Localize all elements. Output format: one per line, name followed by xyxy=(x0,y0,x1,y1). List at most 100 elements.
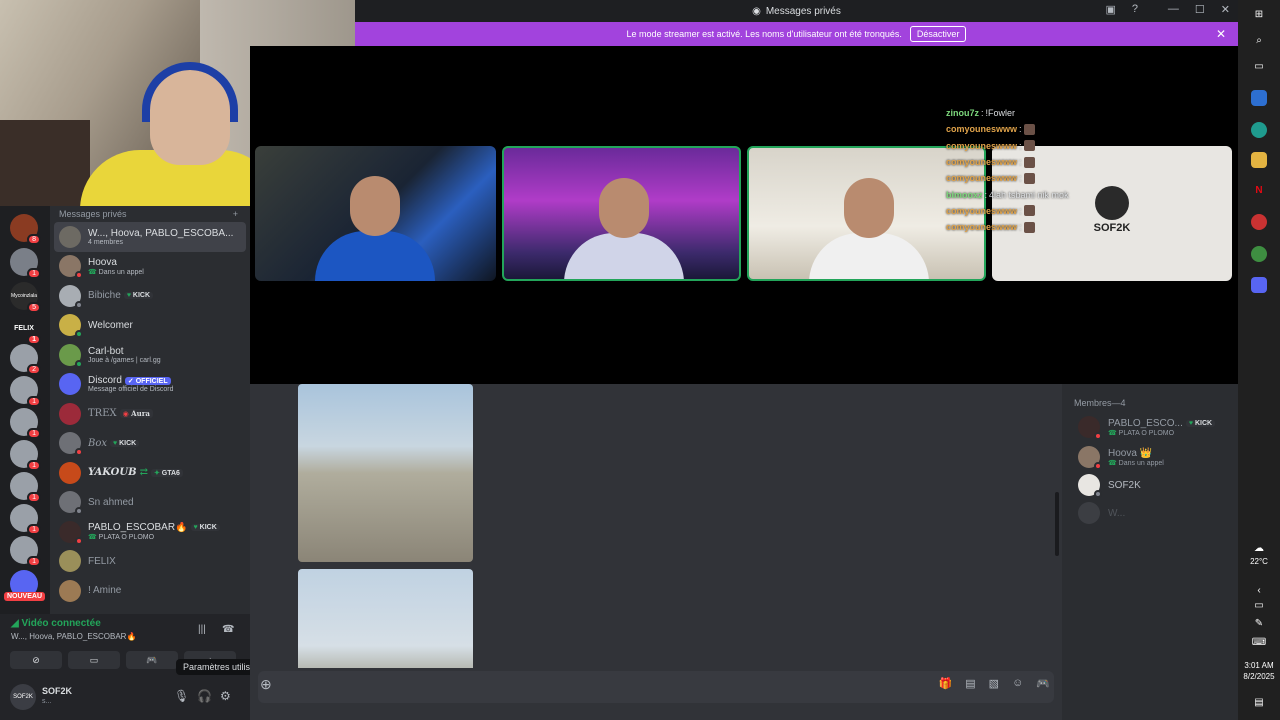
notification-icon[interactable]: ▤ xyxy=(1251,694,1267,710)
weather-temp: 22°C xyxy=(1250,557,1268,566)
app-icon[interactable] xyxy=(1251,214,1267,230)
pen-icon[interactable]: ✎ xyxy=(1251,615,1267,631)
search-icon[interactable]: ⌕ xyxy=(1251,32,1267,48)
member-sub: ☎ Dans un appel xyxy=(1108,459,1164,467)
member-item[interactable]: PABLO_ESCO... ♥ KICK ☎ PLATA O PLOMO xyxy=(1078,416,1216,440)
clock-time[interactable]: 3:01 AM xyxy=(1238,661,1280,670)
folder-icon[interactable] xyxy=(1251,152,1267,168)
chrome-icon[interactable] xyxy=(1251,246,1267,262)
phone-icon: ☎ xyxy=(88,268,99,276)
activity-button[interactable]: 🎮 xyxy=(126,651,178,669)
server-icon[interactable]: Mycoinzlala 5 xyxy=(10,282,41,313)
tray-icons[interactable]: ▭ xyxy=(1251,597,1267,613)
unread-badge: 1 xyxy=(27,268,41,279)
plus-icon[interactable]: + xyxy=(233,209,238,219)
dm-item[interactable]: W..., Hoova, PABLO_ESCOBA... 4 membres xyxy=(54,222,246,252)
task-view-icon[interactable]: ▭ xyxy=(1251,58,1267,74)
dm-item[interactable]: ! Amine xyxy=(50,576,250,606)
chat-line: bimooxz : 4lah tsbami nik mok xyxy=(946,189,1069,200)
message-area xyxy=(250,384,1062,668)
dm-item[interactable]: Welcomer xyxy=(50,311,250,341)
maximize-button[interactable]: ☐ xyxy=(1195,3,1205,16)
server-icon[interactable]: 1 xyxy=(10,440,41,471)
chat-line: comyouneswww : xyxy=(946,219,1236,235)
streamer-mode-banner: Le mode streamer est activé. Les noms d'… xyxy=(355,22,1238,46)
help-icon[interactable]: ? xyxy=(1132,3,1138,16)
emote-icon xyxy=(1023,156,1035,168)
sticker-icon[interactable]: ▧ xyxy=(989,677,999,690)
server-icon[interactable]: 1 xyxy=(10,408,41,439)
avatar xyxy=(59,343,83,368)
gif-icon[interactable]: ▤ xyxy=(965,677,975,690)
inbox-icon[interactable]: ▣ xyxy=(1105,3,1115,16)
dm-sub: ☎ PLATA O PLOMO xyxy=(88,534,155,542)
title-bar: ◉ Messages privés ▣ ? — ☐ ✕ xyxy=(355,0,1238,22)
server-icon[interactable]: 1 xyxy=(10,376,41,407)
video-tile[interactable] xyxy=(255,146,496,281)
add-attachment-icon[interactable]: ⊕ xyxy=(260,676,272,693)
dm-item[interactable]: Sn ahmed xyxy=(50,488,250,518)
headphones-icon[interactable]: 🎧 xyxy=(197,689,212,703)
member-item[interactable]: Hoova 👑 ☎ Dans un appel xyxy=(1078,446,1164,470)
server-icon[interactable]: 1 xyxy=(10,536,41,567)
keyboard-icon[interactable]: ⌨ xyxy=(1251,634,1267,650)
disconnect-icon[interactable]: ☎ xyxy=(222,624,234,635)
screen: ◉ Messages privés ▣ ? — ☐ ✕ Le mode stre… xyxy=(0,0,1280,720)
minimize-button[interactable]: — xyxy=(1168,3,1179,16)
soundboard-icon[interactable]: ||| xyxy=(198,624,206,635)
clock-date[interactable]: 8/2/2025 xyxy=(1238,672,1280,681)
dm-item[interactable]: Hoova ☎ Dans un appel xyxy=(50,252,250,282)
dm-item[interactable]: YAKOUB ⇄ ✦ GTA6 xyxy=(50,458,250,488)
dm-name: ! Amine xyxy=(88,585,122,597)
image-attachment[interactable] xyxy=(298,569,473,668)
windows-start-icon[interactable]: ⊞ xyxy=(1251,6,1267,22)
activity-icon[interactable]: 🎮 xyxy=(1036,677,1050,690)
server-icon[interactable]: 1 xyxy=(10,248,41,279)
dm-item[interactable]: FELIX xyxy=(50,547,250,577)
dm-item[interactable]: Box ♥ KICK xyxy=(50,429,250,459)
avatar xyxy=(59,432,83,457)
avatar[interactable]: SOF2K xyxy=(10,684,36,710)
netflix-icon[interactable]: N xyxy=(1251,182,1267,198)
close-icon[interactable]: ✕ xyxy=(1216,27,1226,41)
gear-icon[interactable]: ⚙ xyxy=(220,689,231,703)
close-button[interactable]: ✕ xyxy=(1221,3,1230,16)
username: SOF2K xyxy=(42,686,73,696)
discord-taskbar-icon[interactable] xyxy=(1251,277,1267,293)
member-sub: ☎ PLATA O PLOMO xyxy=(1108,429,1175,437)
swap-icon: ⇄ xyxy=(139,467,148,479)
chat-line: comyouneswww : xyxy=(946,138,1236,154)
unread-badge: 8 xyxy=(27,234,41,245)
server-icon[interactable]: 2 xyxy=(10,344,41,375)
microphone-icon[interactable]: 🎙 xyxy=(174,689,189,703)
edge-icon[interactable] xyxy=(1251,122,1267,138)
chat-line: zinou7z : !Fowler xyxy=(946,108,1016,119)
video-tile[interactable] xyxy=(502,146,741,281)
store-icon[interactable] xyxy=(1251,90,1267,106)
emoji-icon[interactable]: ☺ xyxy=(1012,677,1023,690)
avatar xyxy=(1078,416,1102,440)
camera-off-button[interactable]: ⊘ xyxy=(10,651,62,669)
dm-item[interactable]: Carl-bot Joue à /games | carl.gg xyxy=(50,340,250,370)
dm-item[interactable]: PABLO_ESCOBAR🔥 ♥ KICK ☎ PLATA O PLOMO xyxy=(50,517,250,547)
dm-item[interactable]: TREX ◉ Aura xyxy=(50,399,250,429)
aura-tag: ◉ Aura xyxy=(119,409,153,419)
server-icon[interactable]: 8 xyxy=(10,214,41,245)
message-input[interactable] xyxy=(258,671,1054,703)
member-item[interactable]: W... xyxy=(1078,502,1125,524)
dm-name: Sn ahmed xyxy=(88,496,134,508)
discord-icon xyxy=(59,373,81,396)
dm-item[interactable]: Discord ✓ OFFICIEL Message officiel de Dis… xyxy=(50,370,250,400)
avatar xyxy=(1078,446,1102,470)
server-icon[interactable]: 1 xyxy=(10,504,41,535)
dm-item[interactable]: Bibiche ♥ KICK xyxy=(50,281,250,311)
chevron-left-icon[interactable]: ‹ xyxy=(1251,582,1267,598)
image-attachment[interactable] xyxy=(298,384,473,562)
server-icon[interactable]: 1 xyxy=(10,472,41,503)
disable-streamer-button[interactable]: Désactiver xyxy=(909,26,967,42)
screen-share-button[interactable]: ▭ xyxy=(68,651,120,669)
member-item[interactable]: SOF2K xyxy=(1078,474,1141,498)
scrollbar[interactable] xyxy=(1055,492,1059,556)
gift-icon[interactable]: 🎁 xyxy=(939,677,953,690)
server-icon[interactable]: FELIX 1 xyxy=(10,314,41,345)
